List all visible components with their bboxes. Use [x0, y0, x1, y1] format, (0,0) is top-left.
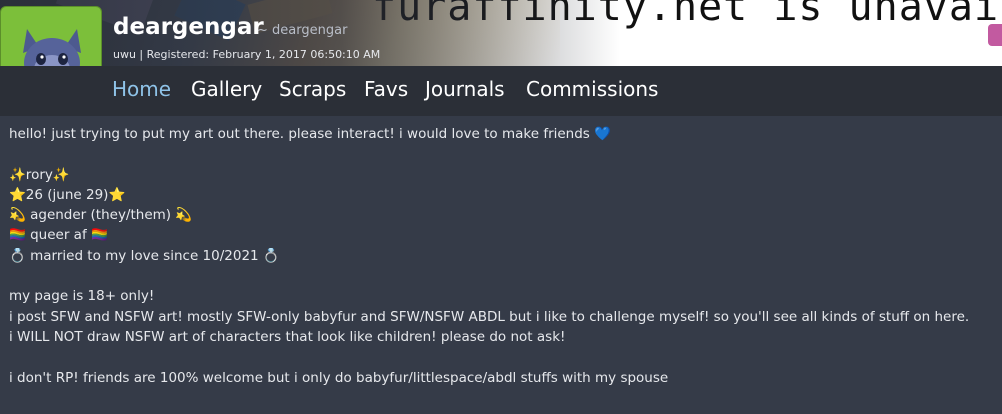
user-title-line: uwu | Registered: February 1, 2017 06:50… [113, 48, 381, 61]
tab-favs[interactable]: Favs [364, 77, 408, 101]
bio-line: i don't RP! friends are 100% welcome but… [9, 369, 669, 386]
username[interactable]: deargengar [113, 14, 264, 40]
bio-line: 🏳️‍🌈 queer af 🏳️‍🌈 [9, 227, 108, 244]
banner-decoration [988, 24, 1002, 46]
bio-line: hello! just trying to put my art out the… [9, 126, 611, 142]
bio-line: my page is 18+ only! [9, 288, 155, 305]
tab-home[interactable]: Home [112, 77, 171, 101]
tab-scraps[interactable]: Scraps [279, 77, 346, 101]
user-handle: ~ deargengar [257, 23, 348, 38]
tab-journals[interactable]: Journals [425, 77, 505, 101]
tab-commissions[interactable]: Commissions [526, 77, 658, 101]
bio-line: 💍 married to my love since 10/2021 💍 [9, 247, 280, 264]
bio-line: i WILL NOT draw NSFW art of characters t… [9, 328, 566, 345]
bio-line: ✨rory✨ [9, 166, 70, 183]
bio-line: i post SFW and NSFW art! mostly SFW-only… [9, 308, 970, 325]
tab-gallery[interactable]: Gallery [191, 77, 262, 101]
profile-description: hello! just trying to put my art out the… [9, 124, 999, 388]
bio-line: ⭐26 (june 29)⭐ [9, 186, 126, 203]
bio-line: 💫 agender (they/them) 💫 [9, 207, 193, 224]
